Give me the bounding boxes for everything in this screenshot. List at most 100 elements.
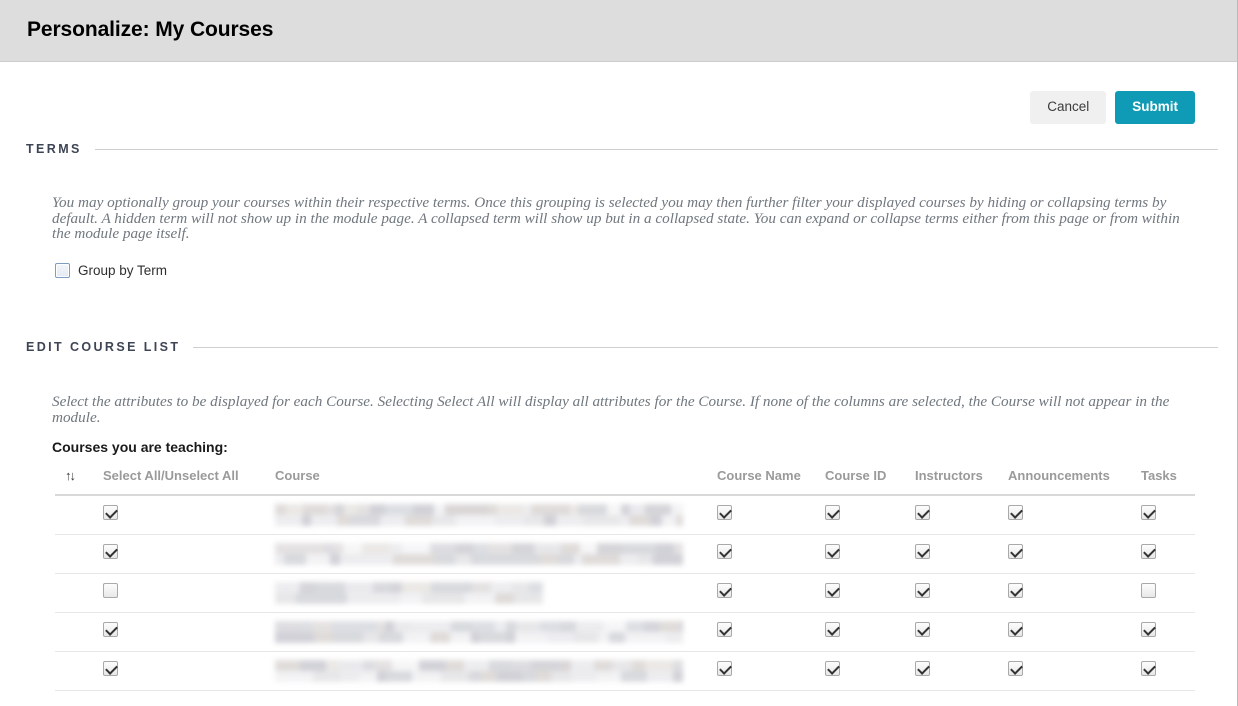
instructors-cell[interactable]: [915, 495, 1008, 535]
table-row: [55, 612, 1195, 652]
instructors-cell[interactable]: [915, 534, 1008, 574]
course-id-cell[interactable]: [825, 651, 915, 691]
course-name-cell[interactable]: [717, 612, 825, 652]
instructors-checkbox[interactable]: [915, 504, 930, 520]
terms-section-heading: TERMS: [26, 142, 1218, 156]
tasks-cell[interactable]: [1141, 651, 1195, 691]
instructors-cell[interactable]: [915, 651, 1008, 691]
personalize-my-courses-page: Personalize: My Courses Cancel Submit TE…: [0, 0, 1238, 706]
announcements-cell[interactable]: [1008, 612, 1141, 652]
select-all-checkbox[interactable]: [103, 504, 118, 520]
course-name-checkbox[interactable]: [717, 543, 732, 559]
select-all-checkbox[interactable]: [103, 543, 118, 559]
instructors-checkbox[interactable]: [915, 543, 930, 559]
tasks-cell[interactable]: [1141, 495, 1195, 535]
course-name-redacted: [275, 659, 683, 682]
announcements-checkbox[interactable]: [1008, 504, 1023, 520]
terms-heading-label: TERMS: [26, 142, 82, 156]
course-name-cell: [275, 573, 717, 613]
column-header-course-name[interactable]: Course Name: [717, 468, 825, 496]
course-name-cell[interactable]: [717, 573, 825, 613]
course-id-cell[interactable]: [825, 495, 915, 535]
course-name-redacted: [275, 503, 683, 526]
column-header-select-all[interactable]: Select All/Unselect All: [103, 468, 275, 496]
tasks-checkbox[interactable]: [1141, 582, 1156, 598]
announcements-cell[interactable]: [1008, 573, 1141, 613]
terms-heading-rule: [94, 148, 1218, 150]
submit-button[interactable]: Submit: [1115, 91, 1195, 124]
form-actions: Cancel Submit: [1030, 91, 1195, 124]
instructors-cell[interactable]: [915, 612, 1008, 652]
select-all-checkbox[interactable]: [103, 660, 118, 676]
course-name-checkbox[interactable]: [717, 660, 732, 676]
announcements-cell[interactable]: [1008, 534, 1141, 574]
column-header-instructors[interactable]: Instructors: [915, 468, 1008, 496]
instructors-checkbox[interactable]: [915, 582, 930, 598]
course-id-cell[interactable]: [825, 534, 915, 574]
table-row: [55, 495, 1195, 535]
table-row: [55, 651, 1195, 691]
course-id-checkbox[interactable]: [825, 543, 840, 559]
column-header-tasks[interactable]: Tasks: [1141, 468, 1195, 496]
announcements-checkbox[interactable]: [1008, 582, 1023, 598]
row-spacer-cell: [55, 651, 103, 691]
course-name-cell: [275, 534, 717, 574]
select-all-cell[interactable]: [103, 612, 275, 652]
course-name-cell[interactable]: [717, 495, 825, 535]
group-by-term-row[interactable]: Group by Term: [55, 263, 167, 278]
instructors-cell[interactable]: [915, 573, 1008, 613]
select-all-cell[interactable]: [103, 534, 275, 574]
column-header-course[interactable]: Course: [275, 468, 717, 496]
course-id-cell[interactable]: [825, 573, 915, 613]
course-list-table: ↑↓ Select All/Unselect All Course Course…: [55, 468, 1195, 691]
course-id-checkbox[interactable]: [825, 621, 840, 637]
sort-updown-icon[interactable]: ↑↓: [55, 469, 76, 482]
sort-column-header[interactable]: ↑↓: [55, 468, 103, 496]
course-name-cell[interactable]: [717, 534, 825, 574]
select-all-cell[interactable]: [103, 495, 275, 535]
row-spacer-cell: [55, 495, 103, 535]
courses-teaching-label: Courses you are teaching:: [52, 439, 228, 455]
tasks-checkbox[interactable]: [1141, 504, 1156, 520]
instructors-checkbox[interactable]: [915, 660, 930, 676]
announcements-checkbox[interactable]: [1008, 621, 1023, 637]
select-all-cell[interactable]: [103, 651, 275, 691]
row-spacer-cell: [55, 534, 103, 574]
tasks-cell[interactable]: [1141, 612, 1195, 652]
tasks-checkbox[interactable]: [1141, 621, 1156, 637]
course-id-cell[interactable]: [825, 612, 915, 652]
course-id-checkbox[interactable]: [825, 582, 840, 598]
course-table-body: [55, 495, 1195, 691]
terms-description: You may optionally group your courses wi…: [52, 194, 1180, 243]
course-name-cell: [275, 612, 717, 652]
select-all-checkbox[interactable]: [103, 621, 118, 637]
group-by-term-checkbox[interactable]: [55, 263, 70, 278]
edit-course-list-heading-label: EDIT COURSE LIST: [26, 340, 181, 354]
course-table-header-row: ↑↓ Select All/Unselect All Course Course…: [55, 468, 1195, 496]
tasks-checkbox[interactable]: [1141, 543, 1156, 559]
tasks-cell[interactable]: [1141, 534, 1195, 574]
cancel-button[interactable]: Cancel: [1030, 91, 1107, 124]
course-name-cell: [275, 495, 717, 535]
column-header-announcements[interactable]: Announcements: [1008, 468, 1141, 496]
instructors-checkbox[interactable]: [915, 621, 930, 637]
course-id-checkbox[interactable]: [825, 504, 840, 520]
course-name-redacted: [275, 620, 683, 643]
course-id-checkbox[interactable]: [825, 660, 840, 676]
course-name-checkbox[interactable]: [717, 582, 732, 598]
tasks-cell[interactable]: [1141, 573, 1195, 613]
course-name-checkbox[interactable]: [717, 621, 732, 637]
course-name-checkbox[interactable]: [717, 504, 732, 520]
announcements-cell[interactable]: [1008, 495, 1141, 535]
course-name-cell[interactable]: [717, 651, 825, 691]
select-all-checkbox[interactable]: [103, 582, 118, 598]
announcements-cell[interactable]: [1008, 651, 1141, 691]
tasks-checkbox[interactable]: [1141, 660, 1156, 676]
row-spacer-cell: [55, 612, 103, 652]
page-title: Personalize: My Courses: [27, 18, 274, 41]
select-all-cell[interactable]: [103, 573, 275, 613]
group-by-term-label: Group by Term: [78, 263, 168, 278]
announcements-checkbox[interactable]: [1008, 660, 1023, 676]
column-header-course-id[interactable]: Course ID: [825, 468, 915, 496]
announcements-checkbox[interactable]: [1008, 543, 1023, 559]
